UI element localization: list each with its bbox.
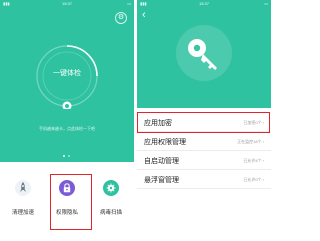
rocket-icon	[15, 180, 31, 196]
row-floating-window[interactable]: 悬浮窗管理 已允许0个 ›	[137, 170, 271, 189]
security-home-screen: ▮▮▮ 15:37 ▭ ⚙ 一键体检 手机越来越卡，点此体检一下吧 清理加速 权…	[0, 0, 134, 241]
privacy-header: ▮▮▮ 15:37 ▭ ‹	[137, 0, 271, 108]
status-bar: ▮▮▮ 15:37 ▭	[0, 0, 134, 7]
tile-cleanup-label: 清理加速	[11, 210, 34, 216]
page-dot	[68, 155, 70, 157]
tile-cleanup[interactable]: 清理加速	[1, 170, 45, 230]
shield-icon	[103, 180, 119, 196]
row-floating-window-title: 悬浮窗管理	[144, 177, 179, 184]
highlight-box-app-lock	[137, 112, 270, 133]
page-indicator	[60, 155, 74, 158]
one-click-checkup-label[interactable]: 一键体检	[34, 68, 100, 78]
tile-virus-scan-label: 病毒扫描	[99, 210, 122, 216]
row-autostart-title: 自启动管理	[144, 158, 179, 165]
status-time: 15:37	[61, 1, 72, 6]
row-autostart[interactable]: 自启动管理 已允许4个 ›	[137, 151, 271, 170]
page-dot-active	[63, 155, 65, 157]
battery-indicator: ▭	[127, 1, 131, 6]
tile-virus-scan[interactable]: 病毒扫描	[89, 170, 133, 230]
gear-icon[interactable]: ⚙	[115, 12, 127, 24]
back-arrow-icon[interactable]: ‹	[142, 10, 146, 21]
row-autostart-status: 已允许4个 ›	[243, 158, 264, 163]
highlight-box-privacy	[50, 174, 92, 230]
row-app-permissions-status: 正在监控18个 ›	[237, 139, 264, 144]
checkup-panel: ▮▮▮ 15:37 ▭ ⚙ 一键体检 手机越来越卡，点此体检一下吧	[0, 0, 134, 162]
privacy-screen: ▮▮▮ 15:37 ▭ ‹ 应用加密 已加密0个 › 应用权限管理 正在监控18…	[137, 0, 271, 241]
row-app-permissions-title: 应用权限管理	[144, 139, 186, 146]
battery-indicator: ▭	[264, 1, 268, 6]
status-bar: ▮▮▮ 15:37 ▭	[137, 0, 271, 7]
row-app-permissions[interactable]: 应用权限管理 正在监控18个 ›	[137, 132, 271, 151]
key-icon	[176, 25, 232, 81]
status-time: 15:37	[198, 1, 209, 6]
row-floating-window-status: 已允许0个 ›	[243, 177, 264, 182]
checkup-hint: 手机越来越卡，点此体检一下吧	[39, 126, 95, 131]
